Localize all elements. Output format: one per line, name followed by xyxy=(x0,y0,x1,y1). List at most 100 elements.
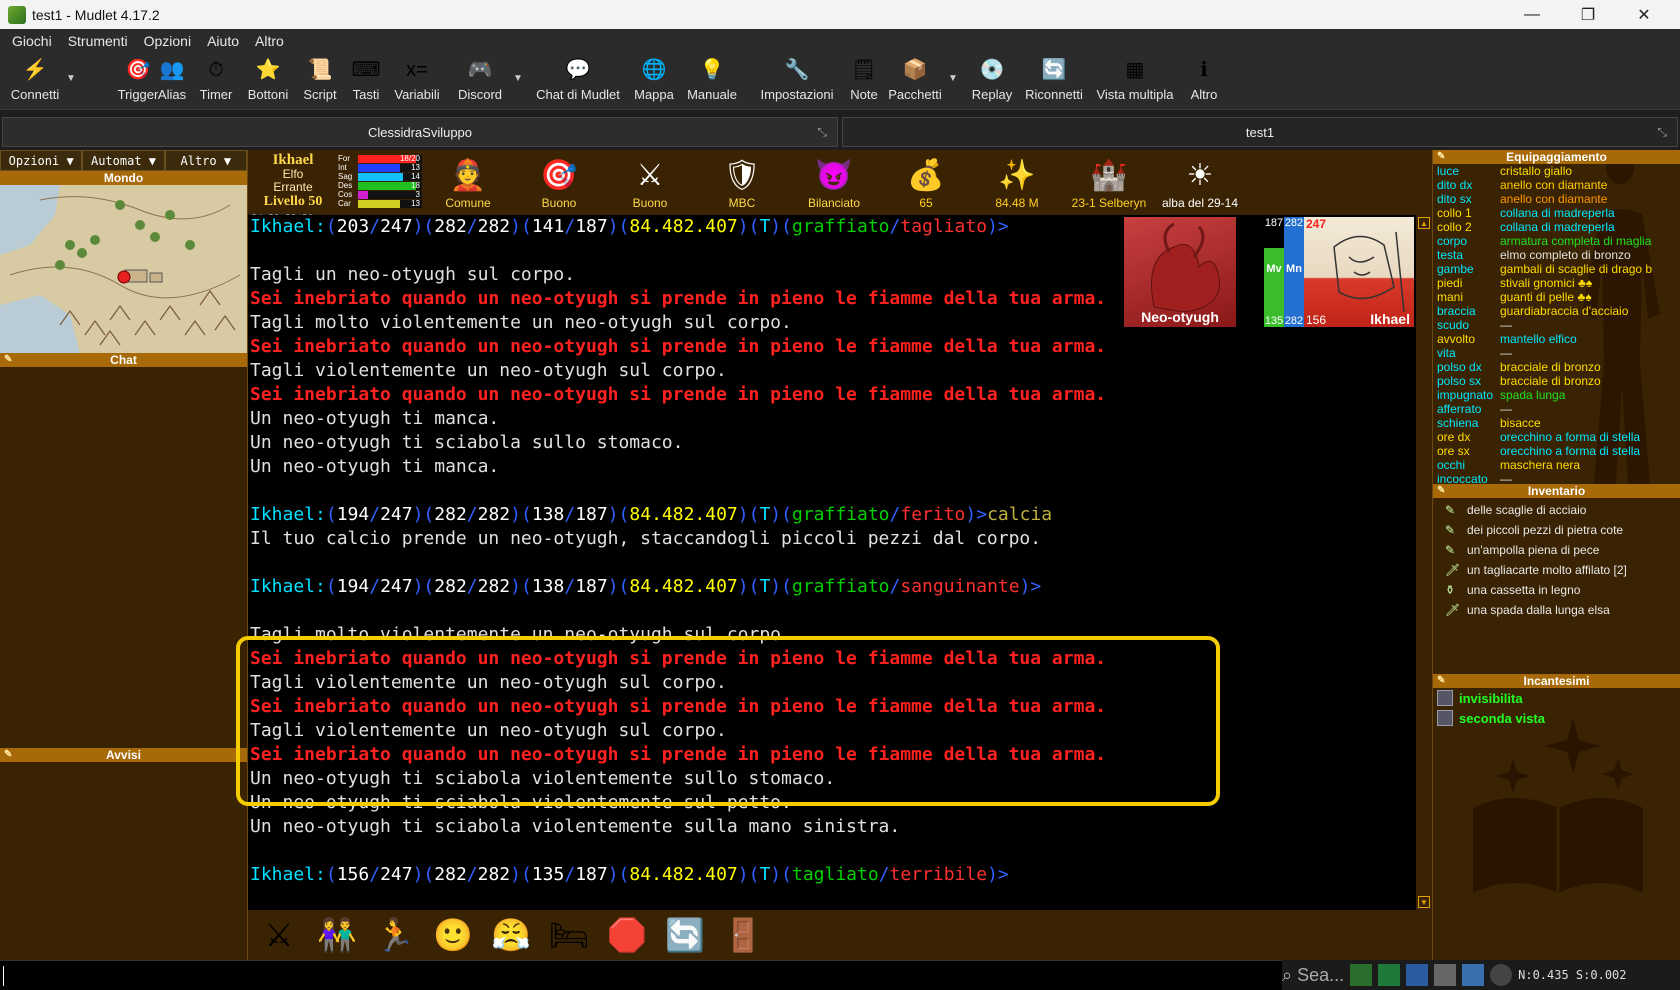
refresh-icon[interactable]: 🔄 xyxy=(664,914,706,956)
spell-item[interactable]: seconda vista xyxy=(1433,708,1680,728)
toolbar-script-button[interactable]: 📜 Script xyxy=(298,56,342,108)
toolbar-riconnetti-button[interactable]: 🔄 Riconnetti xyxy=(1022,56,1086,108)
avvisi-area[interactable] xyxy=(0,762,247,952)
toolbar-chat-di-mudlet-button[interactable]: 💬 Chat di Mudlet xyxy=(534,56,622,108)
equipment-row[interactable]: collo 2 collana di madreperla xyxy=(1433,220,1680,234)
equipment-row[interactable]: schiena bisacce xyxy=(1433,416,1680,430)
equipment-row[interactable]: vita — xyxy=(1433,346,1680,360)
status-comune[interactable]: 👲 Comune xyxy=(428,154,508,211)
status-65[interactable]: 💰 65 xyxy=(886,154,966,211)
discord-dropdown-arrow-icon[interactable]: ▼ xyxy=(513,73,523,84)
equipment-row[interactable]: occhi maschera nera xyxy=(1433,458,1680,472)
status-bilanciato[interactable]: 😈 Bilanciato xyxy=(794,154,874,211)
scroll-down-icon[interactable]: ▼ xyxy=(1418,896,1430,908)
status-23-1-selberyn[interactable]: 🏰 23-1 Selberyn xyxy=(1069,154,1149,211)
status-buono[interactable]: 🎯 Buono xyxy=(519,154,599,211)
equipment-row[interactable]: testa elmo completo di bronzo xyxy=(1433,248,1680,262)
toolbar-pacchetti-button[interactable]: 📦 Pacchetti xyxy=(884,56,946,108)
toolbar-connetti-button[interactable]: ⚡ Connetti xyxy=(8,56,62,108)
equipment-row[interactable]: ore dx orecchino a forma di stella xyxy=(1433,430,1680,444)
opzioni-dropdown[interactable]: Opzioni ▼ xyxy=(0,150,83,171)
equipment-row[interactable]: piedi stivali gnomici ♣♠ xyxy=(1433,276,1680,290)
equipment-row[interactable]: corpo armatura completa di maglia xyxy=(1433,234,1680,248)
menu-strumenti[interactable]: Strumenti xyxy=(60,33,136,49)
rest-icon[interactable]: 🛏 xyxy=(548,914,590,956)
equipment-row[interactable]: braccia guardiabraccia d'acciaio xyxy=(1433,304,1680,318)
pin-icon[interactable]: ⤡ xyxy=(1657,125,1667,140)
tray-icon[interactable] xyxy=(1434,964,1457,986)
close-button[interactable]: ✕ xyxy=(1616,0,1672,29)
emote-icon[interactable]: 🙂 xyxy=(432,914,474,956)
stop-icon[interactable]: 🛑 xyxy=(606,914,648,956)
angry-icon[interactable]: 😤 xyxy=(490,914,532,956)
attack-icon[interactable]: ⚔ xyxy=(258,914,300,956)
tray-icon[interactable] xyxy=(1378,964,1401,986)
toolbar-note-button[interactable]: 🗒 Note xyxy=(844,56,884,108)
minimize-button[interactable]: — xyxy=(1504,0,1560,29)
tab-clessidrasviluppo[interactable]: ClessidraSviluppo ⤡ xyxy=(2,117,838,147)
equipment-row[interactable]: ore sx orecchino a forma di stella xyxy=(1433,444,1680,458)
inventory-item[interactable]: 🗡 una spada dalla lunga elsa xyxy=(1433,600,1680,620)
chat-area[interactable] xyxy=(0,367,247,748)
equipment-row[interactable]: mani guanti di pelle ♣♠ xyxy=(1433,290,1680,304)
automat-dropdown[interactable]: Automat ▼ xyxy=(82,150,165,171)
world-map[interactable] xyxy=(0,185,247,353)
menu-opzioni[interactable]: Opzioni xyxy=(136,33,199,49)
inventory-item[interactable]: ✎ dei piccoli pezzi di pietra cote xyxy=(1433,520,1680,540)
toolbar-variabili-button[interactable]: x= Variabili xyxy=(390,56,444,108)
equipment-row[interactable]: afferrato — xyxy=(1433,402,1680,416)
altro-dropdown[interactable]: Altro ▼ xyxy=(164,150,247,171)
tray-icon[interactable] xyxy=(1462,964,1485,986)
toolbar-manuale-button[interactable]: 💡 Manuale xyxy=(684,56,740,108)
item-label: delle scaglie di acciaio xyxy=(1467,503,1587,517)
status-alba-del-29-14[interactable]: ☀ alba del 29-14 xyxy=(1160,154,1240,211)
equipment-row[interactable]: scudo — xyxy=(1433,318,1680,332)
pacchetti-dropdown-arrow-icon[interactable]: ▼ xyxy=(948,73,958,84)
toolbar-altro-button[interactable]: ℹ Altro xyxy=(1186,56,1222,108)
status-84-48-m[interactable]: ✨ 84.48 M xyxy=(977,154,1057,211)
menu-aiuto[interactable]: Aiuto xyxy=(199,33,247,49)
inventory-item[interactable]: ✎ un'ampolla piena di pece xyxy=(1433,540,1680,560)
maximize-button[interactable]: ❐ xyxy=(1560,0,1616,29)
toolbar-timer-button[interactable]: ⏱ Timer xyxy=(194,56,238,108)
toolbar-bottoni-button[interactable]: ⭐ Bottoni xyxy=(246,56,290,108)
exit-icon[interactable]: 🚪 xyxy=(722,914,764,956)
connetti-dropdown-arrow-icon[interactable]: ▼ xyxy=(66,73,76,84)
spell-item[interactable]: invisibilita xyxy=(1433,688,1680,708)
equipment-row[interactable]: collo 1 collana di madreperla xyxy=(1433,206,1680,220)
equipment-row[interactable]: luce cristallo giallo xyxy=(1433,164,1680,178)
toolbar-mappa-button[interactable]: 🌐 Mappa xyxy=(630,56,678,108)
inventory-item[interactable]: ✎ delle scaglie di acciaio xyxy=(1433,500,1680,520)
menu-giochi[interactable]: Giochi xyxy=(4,33,60,49)
tab-test1[interactable]: test1 ⤡ xyxy=(842,117,1678,147)
equipment-row[interactable]: incoccato — xyxy=(1433,472,1680,484)
group-icon[interactable]: 👫 xyxy=(316,914,358,956)
flee-icon[interactable]: 🏃 xyxy=(374,914,416,956)
equipment-row[interactable]: avvolto mantello elfico xyxy=(1433,332,1680,346)
toolbar-alias-button[interactable]: 👥 Alias xyxy=(150,56,194,108)
toolbar-discord-button[interactable]: 🎮 Discord xyxy=(452,56,508,108)
toolbar-tasti-button[interactable]: ⌨ Tasti xyxy=(346,56,386,108)
tray-icon[interactable] xyxy=(1406,964,1429,986)
toolbar-replay-button[interactable]: 💿 Replay xyxy=(970,56,1014,108)
equipment-row[interactable]: impugnato spada lunga xyxy=(1433,388,1680,402)
equipment-row[interactable]: dito sx anello con diamante xyxy=(1433,192,1680,206)
console-scrollbar[interactable]: ▲ ▼ xyxy=(1416,215,1432,910)
menu-altro[interactable]: Altro xyxy=(247,33,292,49)
inventory-item[interactable]: 🗡 un tagliacarte molto affilato [2] xyxy=(1433,560,1680,580)
inventory-item[interactable]: ⚱ una cassetta in legno xyxy=(1433,580,1680,600)
tray-icon[interactable] xyxy=(1490,964,1513,986)
tray-icon[interactable] xyxy=(1350,964,1373,986)
status-buono[interactable]: ⚔ Buono xyxy=(610,154,690,211)
equipment-row[interactable]: polso dx bracciale di bronzo xyxy=(1433,360,1680,374)
status-mbc[interactable]: 🛡 MBC xyxy=(702,154,782,211)
equipment-row[interactable]: polso sx bracciale di bronzo xyxy=(1433,374,1680,388)
toolbar-impostazioni-button[interactable]: 🔧 Impostazioni xyxy=(758,56,836,108)
equipment-row[interactable]: gambe gambali di scaglie di drago b xyxy=(1433,262,1680,276)
pin-icon[interactable]: ⤡ xyxy=(817,125,827,140)
equipment-row[interactable]: dito dx anello con diamante xyxy=(1433,178,1680,192)
scroll-up-icon[interactable]: ▲ xyxy=(1418,217,1430,229)
toolbar-vista-multipla-button[interactable]: ▦ Vista multipla xyxy=(1094,56,1176,108)
command-input[interactable] xyxy=(0,960,1282,990)
search-box[interactable]: ⌕ Sea... xyxy=(1282,965,1344,986)
